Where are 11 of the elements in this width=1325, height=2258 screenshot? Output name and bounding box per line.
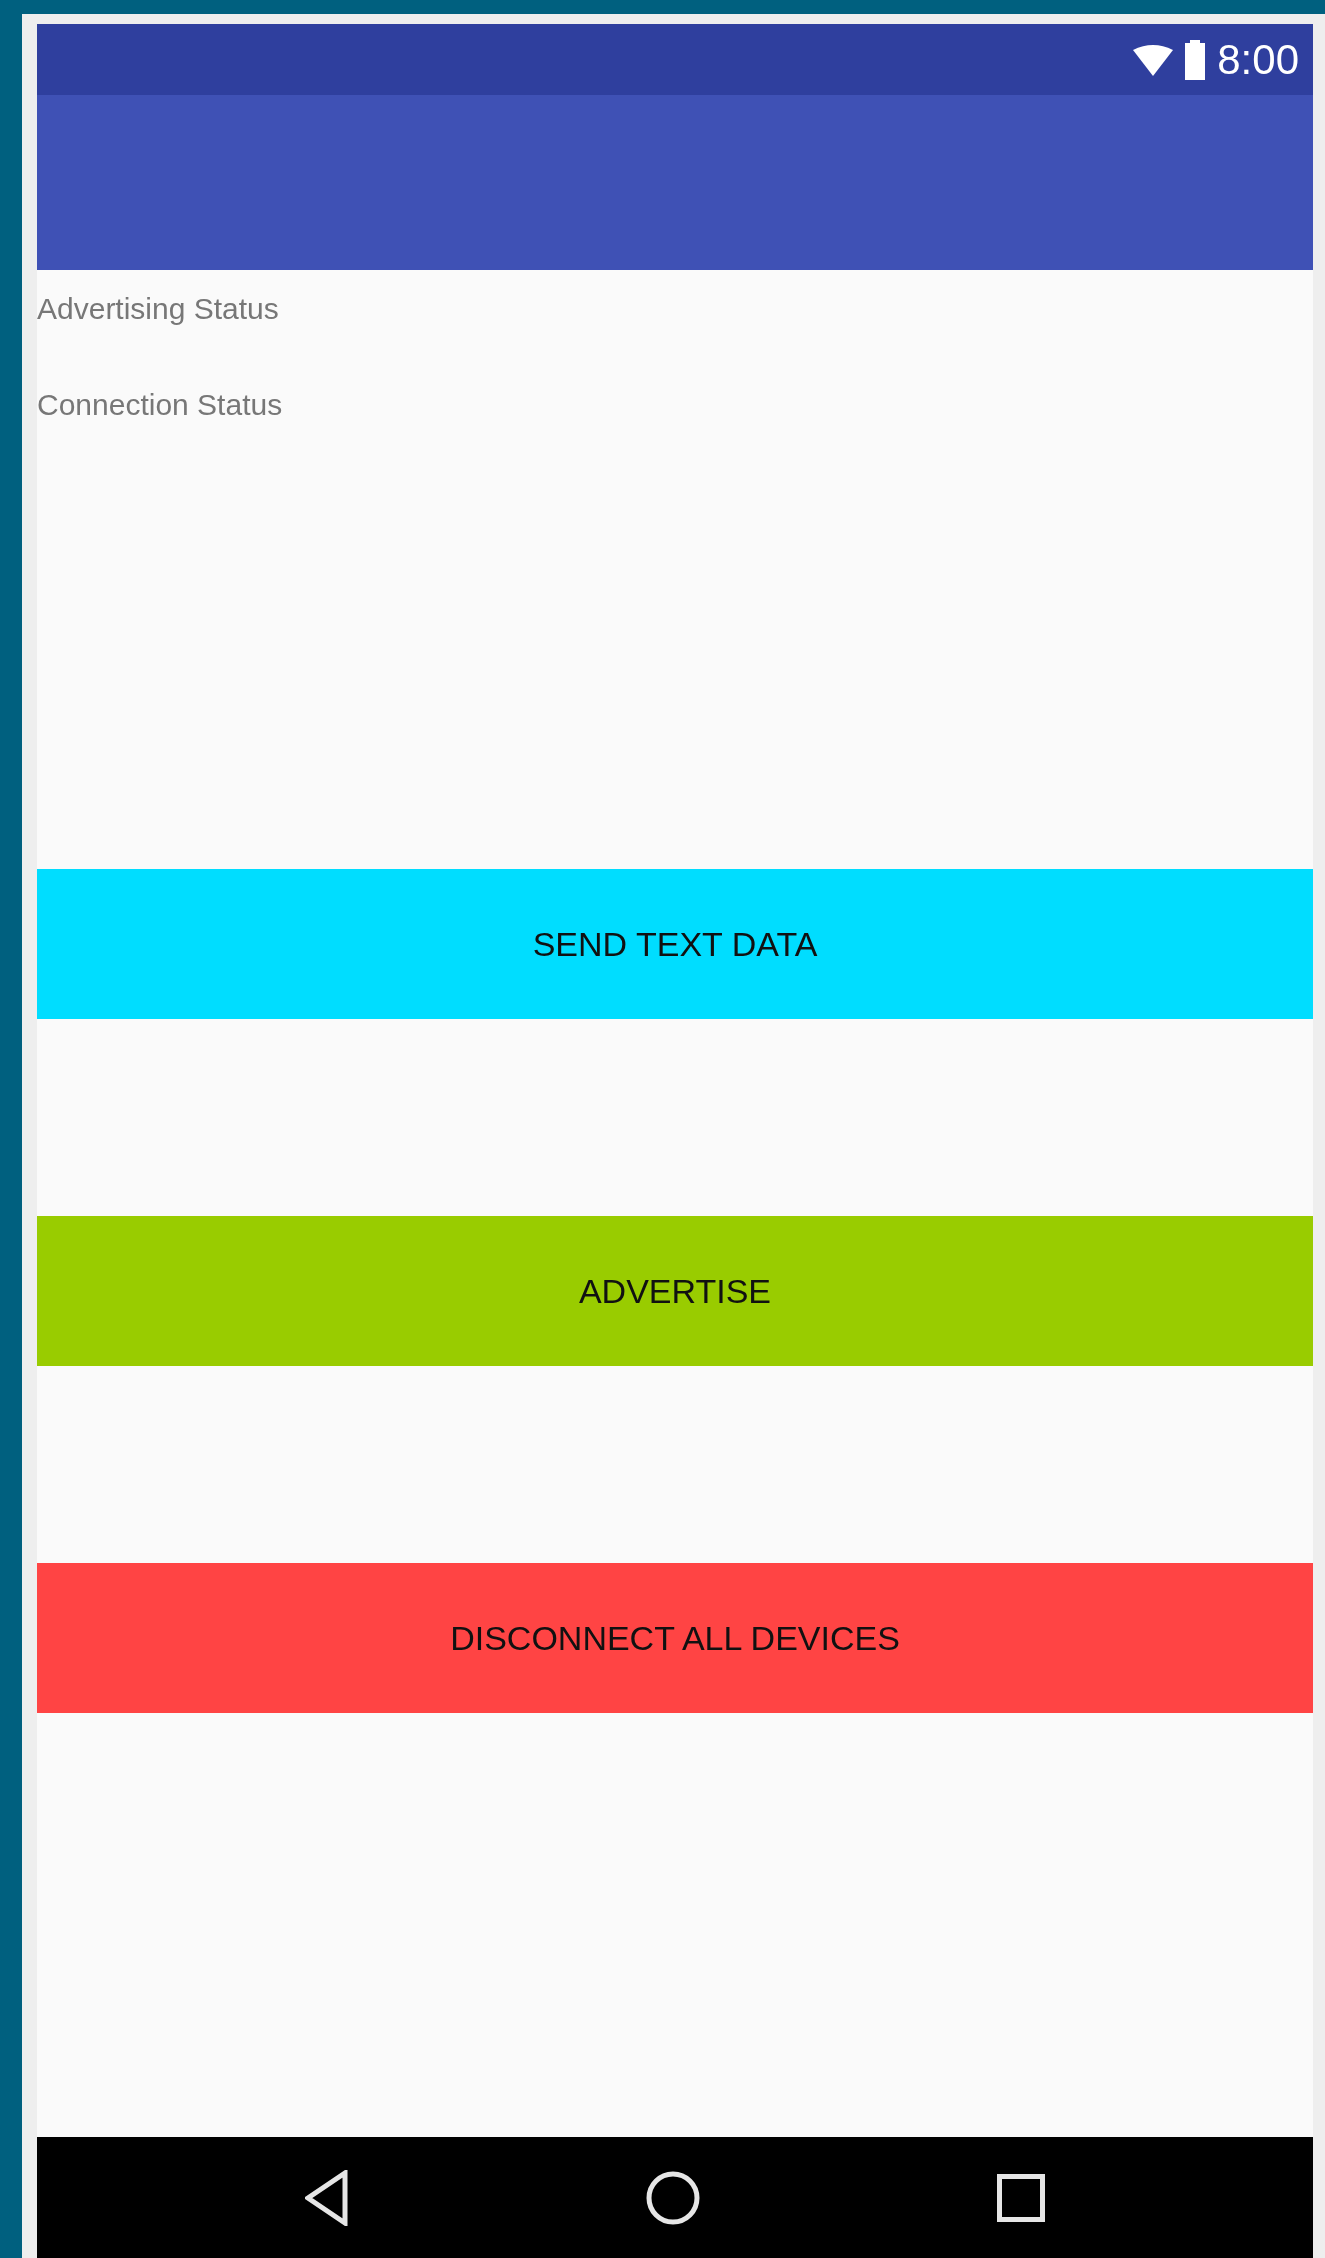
action-button[interactable]: ADVERTISE [37, 1216, 1313, 1366]
status-text: Connection Status [37, 387, 284, 423]
wifi-icon [1133, 43, 1174, 76]
back-icon[interactable] [305, 2169, 349, 2226]
battery-icon [1185, 39, 1206, 80]
action-button[interactable]: SEND TEXT DATA [37, 869, 1313, 1019]
recents-icon[interactable] [997, 2173, 1045, 2222]
home-icon[interactable] [645, 2169, 701, 2226]
status-text: Advertising Status [37, 291, 280, 327]
action-button[interactable]: DISCONNECT ALL DEVICES [37, 1563, 1313, 1713]
clock-time: 8:00 [1217, 35, 1299, 84]
